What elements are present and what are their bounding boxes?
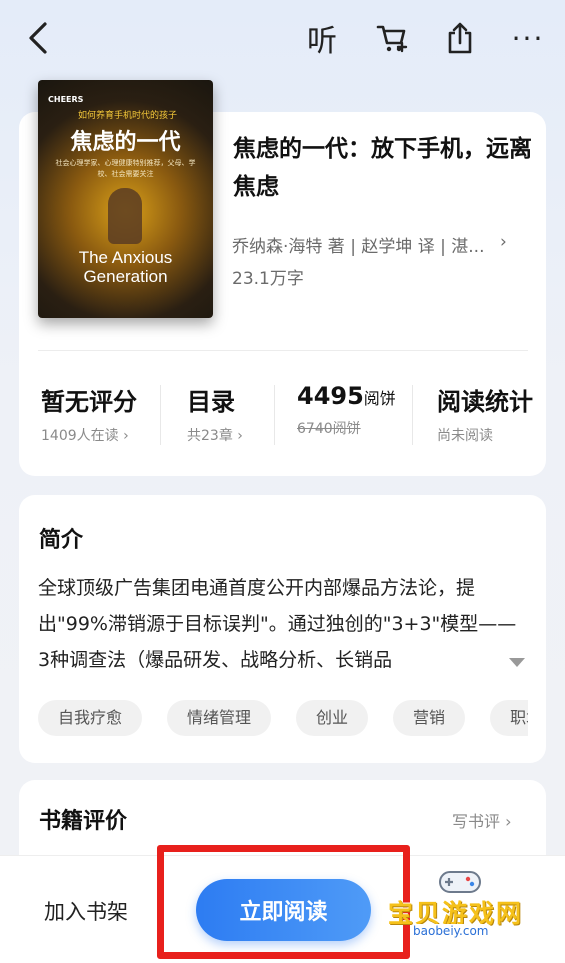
divider: [274, 385, 275, 445]
chevron-right-icon[interactable]: ›: [500, 232, 507, 252]
stat-rating[interactable]: 暂无评分 1409人在读 ›: [41, 382, 137, 445]
tag-list: 自我疗愈 情绪管理 创业 营销 职场: [38, 700, 528, 736]
original-price: 6740阅饼: [297, 421, 361, 437]
author-line[interactable]: 乔纳森·海特 著 | 赵学坤 译 | 湛...: [232, 232, 502, 257]
cover-brand: CHEERS: [48, 95, 84, 104]
cover-english-title: The Anxious Generation: [78, 248, 173, 286]
reading-stats-label: 阅读统计: [437, 388, 533, 416]
price-value: 4495: [297, 382, 364, 410]
tag[interactable]: 创业: [296, 700, 369, 736]
stat-price[interactable]: 4495阅饼 6740阅饼: [297, 382, 396, 438]
cover-figure: [108, 188, 142, 244]
back-arrow-icon[interactable]: [16, 16, 60, 60]
cover-subtitle: 社会心理学家、心理健康特别推荐，父母、学校、社会需要关注: [55, 159, 196, 178]
chapter-count: 共23章 ›: [187, 428, 243, 444]
tag[interactable]: 自我疗愈: [38, 700, 143, 736]
tag[interactable]: 营销: [393, 700, 466, 736]
toc-label: 目录: [187, 388, 235, 416]
price-unit: 阅饼: [363, 389, 396, 408]
more-options-icon[interactable]: ···: [506, 16, 550, 60]
share-icon[interactable]: [438, 16, 482, 60]
readers-count: 1409人在读 ›: [41, 428, 129, 444]
divider: [160, 385, 161, 445]
top-bar: 听 ···: [0, 0, 565, 80]
word-count: 23.1万字: [232, 269, 304, 289]
tag[interactable]: 职场: [490, 700, 528, 736]
highlight-box: [157, 845, 410, 959]
watermark: 宝贝游戏网 baobeiy.com: [388, 868, 538, 948]
cover-tagline: 如何养育手机时代的孩子: [78, 111, 178, 121]
divider: [412, 385, 413, 445]
book-title: 焦虑的一代：放下手机，远离焦虑: [233, 136, 532, 200]
stat-toc[interactable]: 目录 共23章 ›: [187, 382, 243, 445]
tag[interactable]: 情绪管理: [167, 700, 272, 736]
review-title: 书籍评价: [39, 809, 128, 834]
add-to-shelf-button[interactable]: 加入书架: [44, 896, 128, 926]
intro-title: 简介: [39, 528, 84, 553]
stat-reading[interactable]: 阅读统计 尚未阅读: [437, 382, 533, 445]
listen-button[interactable]: 听: [300, 16, 344, 60]
cart-add-icon[interactable]: [370, 16, 414, 60]
cover-title: 焦虑的一代: [70, 130, 181, 155]
reading-status: 尚未阅读: [437, 428, 493, 444]
expand-arrow-icon[interactable]: [509, 658, 525, 667]
divider: [38, 350, 528, 351]
rating-value: 暂无评分: [41, 388, 137, 416]
intro-text[interactable]: 全球顶级广告集团电通首度公开内部爆品方法论，提出"99%滞销源于目标误判"。通过…: [38, 570, 528, 680]
book-cover[interactable]: CHEERS 如何养育手机时代的孩子 焦虑的一代 社会心理学家、心理健康特别推荐…: [38, 80, 213, 318]
watermark-url: baobeiy.com: [410, 924, 492, 938]
write-review-link[interactable]: 写书评 ›: [452, 808, 512, 832]
